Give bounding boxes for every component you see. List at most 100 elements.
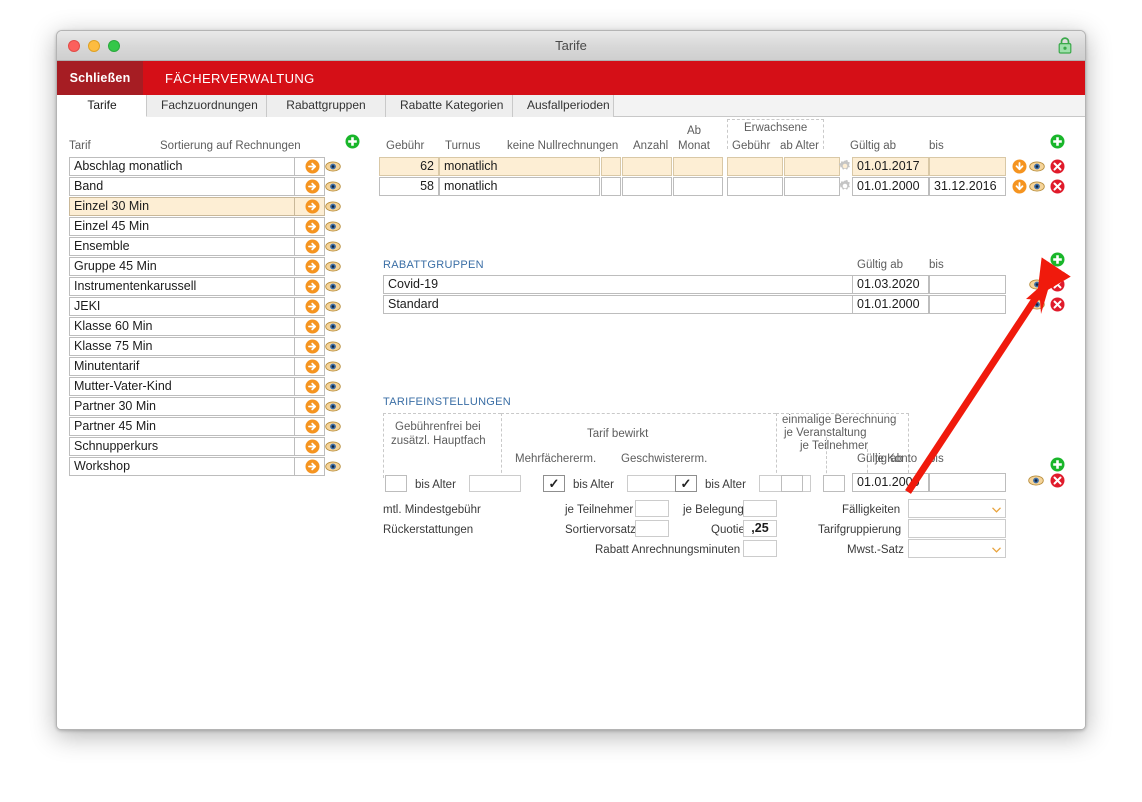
list-item[interactable]: Mutter-Vater-Kind	[69, 377, 295, 396]
list-item[interactable]: Klasse 75 Min	[69, 337, 295, 356]
tariff-eye-icon[interactable]	[325, 301, 341, 312]
rabattgruppe-bis[interactable]	[929, 295, 1006, 314]
mehrfacherm-checkbox[interactable]: ✓	[543, 475, 565, 492]
tariff-goto-arrow-right-circle-orange-icon[interactable]	[305, 279, 320, 294]
list-item[interactable]: Ensemble	[69, 237, 295, 256]
je-belegung-input[interactable]	[743, 500, 777, 517]
rabattgruppe-gueltig-ab[interactable]: 01.01.2000	[852, 295, 929, 314]
fee-row-arrow-down-circle-orange-icon[interactable]	[1012, 179, 1027, 194]
tariff-eye-icon[interactable]	[325, 281, 341, 292]
tariff-goto-arrow-right-circle-orange-icon[interactable]	[305, 419, 320, 434]
list-item[interactable]: Einzel 45 Min	[69, 217, 295, 236]
tarifgruppierung-input[interactable]	[908, 519, 1006, 538]
tariff-goto-arrow-right-circle-orange-icon[interactable]	[305, 219, 320, 234]
fee-row-keine-nullrechnungen[interactable]	[601, 157, 621, 176]
fee-table-add-button[interactable]	[1050, 134, 1065, 149]
list-item[interactable]: Schnupperkurs	[69, 437, 295, 456]
rabattgruppe-delete-button[interactable]	[1050, 277, 1065, 292]
fee-row-turnus[interactable]: monatlich	[439, 177, 600, 196]
fee-row-turnus[interactable]: monatlich	[439, 157, 600, 176]
tariff-goto-arrow-right-circle-orange-icon[interactable]	[305, 359, 320, 374]
tariff-eye-icon[interactable]	[325, 401, 341, 412]
fee-row-ab-monat[interactable]	[673, 157, 723, 176]
tariff-eye-icon[interactable]	[325, 321, 341, 332]
tab-rabatte-kategorien[interactable]: Rabatte Kategorien	[386, 95, 513, 117]
fee-row-ab-monat[interactable]	[673, 177, 723, 196]
tariff-eye-icon[interactable]	[325, 341, 341, 352]
einstellung-gueltig-ab[interactable]: 01.01.2000	[852, 473, 929, 492]
list-item-selected[interactable]: Einzel 30 Min	[69, 197, 295, 216]
tariff-goto-arrow-right-circle-orange-icon[interactable]	[305, 199, 320, 214]
gebuehrenfrei-bis-alter-input[interactable]	[469, 475, 521, 492]
fee-row-erw-ab-alter[interactable]	[784, 157, 840, 176]
list-item[interactable]: Partner 30 Min	[69, 397, 295, 416]
rabattgruppe-gueltig-ab[interactable]: 01.03.2020	[852, 275, 929, 294]
sortiervorsatz-input[interactable]	[635, 520, 669, 537]
tariff-goto-arrow-right-circle-orange-icon[interactable]	[305, 159, 320, 174]
geschwistererm-checkbox[interactable]: ✓	[675, 475, 697, 492]
list-item[interactable]: Gruppe 45 Min	[69, 257, 295, 276]
tariff-goto-arrow-right-circle-orange-icon[interactable]	[305, 319, 320, 334]
fee-row-gebuehr[interactable]: 58	[379, 177, 439, 196]
list-item[interactable]: Abschlag monatlich	[69, 157, 295, 176]
fee-row-bis[interactable]	[929, 157, 1006, 176]
tab-rabattgruppen[interactable]: Rabattgruppen	[267, 95, 386, 117]
list-item[interactable]: Klasse 60 Min	[69, 317, 295, 336]
tariff-eye-icon[interactable]	[325, 181, 341, 192]
je-teilnehmer-input[interactable]	[635, 500, 669, 517]
lock-closed-icon[interactable]	[1057, 37, 1073, 54]
tariff-goto-arrow-right-circle-orange-icon[interactable]	[305, 239, 320, 254]
list-item[interactable]: Instrumentenkarussell	[69, 277, 295, 296]
rabattgruppe-eye-icon[interactable]	[1029, 279, 1045, 290]
fee-row-eye-icon[interactable]	[1029, 181, 1045, 192]
einstellung-delete-button[interactable]	[1050, 473, 1065, 488]
fee-row-gueltig-ab[interactable]: 01.01.2017	[852, 157, 929, 176]
fee-row-eye-icon[interactable]	[1029, 161, 1045, 172]
tariff-goto-arrow-right-circle-orange-icon[interactable]	[305, 299, 320, 314]
faelligkeiten-select[interactable]	[908, 499, 1006, 518]
tariff-eye-icon[interactable]	[325, 441, 341, 452]
fee-row-keine-nullrechnungen[interactable]	[601, 177, 621, 196]
fee-row-anzahl[interactable]	[622, 157, 672, 176]
einmalig-teilnehmer-checkbox[interactable]	[823, 475, 845, 492]
tariff-goto-arrow-right-circle-orange-icon[interactable]	[305, 339, 320, 354]
gebuehrenfrei-checkbox[interactable]	[385, 475, 407, 492]
tariff-eye-icon[interactable]	[325, 461, 341, 472]
rabattgruppe-delete-button[interactable]	[1050, 297, 1065, 312]
fee-row-gear-icon[interactable]	[838, 159, 852, 173]
tariff-eye-icon[interactable]	[325, 241, 341, 252]
einstellung-eye-icon[interactable]	[1028, 475, 1044, 486]
quotient-input[interactable]: ,25	[743, 520, 777, 537]
tab-tarife[interactable]: Tarife	[57, 95, 147, 117]
tab-fachzuordnungen[interactable]: Fachzuordnungen	[147, 95, 267, 117]
list-item[interactable]: JEKI	[69, 297, 295, 316]
mwst-satz-select[interactable]	[908, 539, 1006, 558]
tariff-goto-arrow-right-circle-orange-icon[interactable]	[305, 439, 320, 454]
rabattgruppe-name[interactable]: Covid-19	[383, 275, 853, 294]
tariff-eye-icon[interactable]	[325, 421, 341, 432]
tariff-goto-arrow-right-circle-orange-icon[interactable]	[305, 179, 320, 194]
fee-row-erw-gebuehr[interactable]	[727, 157, 783, 176]
fee-row-anzahl[interactable]	[622, 177, 672, 196]
tariff-eye-icon[interactable]	[325, 201, 341, 212]
rabattgruppe-eye-icon[interactable]	[1029, 299, 1045, 310]
rabattgruppe-bis[interactable]	[929, 275, 1006, 294]
tariff-goto-arrow-right-circle-orange-icon[interactable]	[305, 459, 320, 474]
list-item[interactable]: Partner 45 Min	[69, 417, 295, 436]
fee-row-erw-ab-alter[interactable]	[784, 177, 840, 196]
tariff-eye-icon[interactable]	[325, 261, 341, 272]
fee-row-arrow-down-circle-orange-icon[interactable]	[1012, 159, 1027, 174]
tariff-goto-arrow-right-circle-orange-icon[interactable]	[305, 259, 320, 274]
tariff-eye-icon[interactable]	[325, 161, 341, 172]
tarifeinstellungen-add-button[interactable]	[1050, 457, 1065, 472]
tariff-goto-arrow-right-circle-orange-icon[interactable]	[305, 379, 320, 394]
tariff-eye-icon[interactable]	[325, 361, 341, 372]
tab-ausfallperioden[interactable]: Ausfallperioden	[513, 95, 614, 117]
fee-row-delete-button[interactable]	[1050, 179, 1065, 194]
mehrfacherm-bis-alter-input[interactable]	[627, 475, 679, 492]
fee-row-gueltig-ab[interactable]: 01.01.2000	[852, 177, 929, 196]
einmalig-veranstaltung-checkbox[interactable]	[781, 475, 803, 492]
list-item[interactable]: Band	[69, 177, 295, 196]
rabatt-anrechnungsminuten-input[interactable]	[743, 540, 777, 557]
list-item[interactable]: Workshop	[69, 457, 295, 476]
